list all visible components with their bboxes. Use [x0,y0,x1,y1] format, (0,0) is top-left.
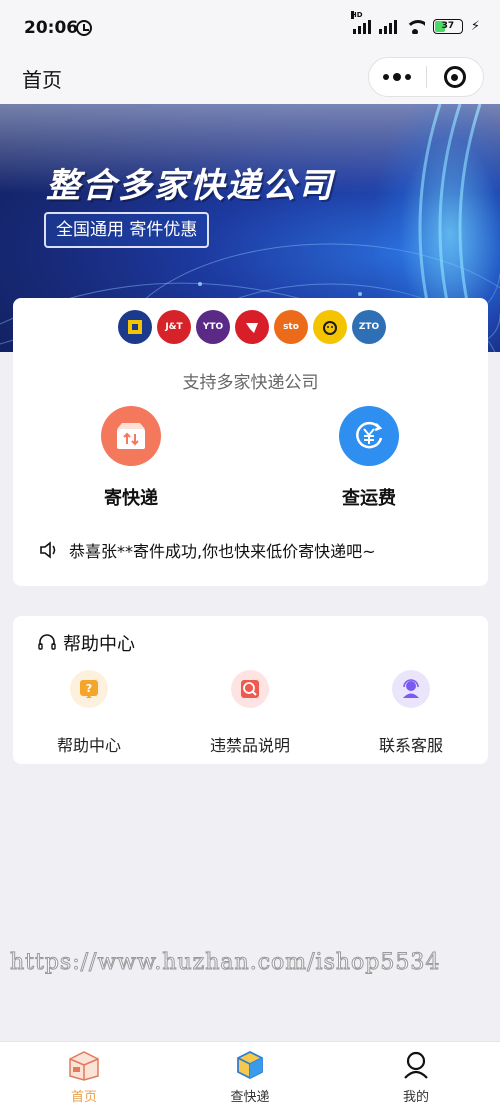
help-item-label: 违禁品说明 [209,736,290,755]
page-title: 首页 [22,68,62,92]
more-dot-icon [393,73,402,81]
jt-logo: J&T [157,310,191,344]
nav-bar: 首页 [0,52,500,104]
bottom-tab-bar: 首页 查快递 我的 [0,1041,500,1111]
headset-icon [38,634,56,650]
signal-icon [378,18,397,34]
tab-track[interactable]: 查快递 [190,1048,310,1105]
more-menu-button[interactable] [369,57,426,97]
carrier-logos: J&T YTO sto ZTO [118,310,386,344]
charging-icon: ⚡ [470,18,480,34]
mini-program-capsule [368,57,484,97]
service-icon [392,670,430,708]
wifi-icon [404,18,425,34]
speaker-icon [40,541,56,559]
help-item-label: 联系客服 [378,736,443,755]
battery-icon: 37 [432,18,463,34]
svg-text:?: ? [86,682,92,695]
tab-home[interactable]: 首页 [24,1048,144,1105]
status-icons: HD 37 ⚡ [350,11,480,34]
user-icon [399,1048,433,1082]
service-card: J&T YTO sto ZTO 支持多家快递公司 寄快递 查运费 恭喜张**寄件… [13,298,488,586]
target-icon [443,66,466,88]
check-fee-button[interactable]: 查运费 [309,406,429,510]
yto-logo: YTO [196,310,230,344]
prohibited-icon [231,670,269,708]
banner-subtitle: 全国通用 寄件优惠 [44,212,210,248]
package-icon [233,1048,267,1082]
tab-profile[interactable]: 我的 [356,1048,476,1105]
support-text: 支持多家快递公司 [182,373,319,393]
home-box-icon [67,1048,101,1082]
help-center-item[interactable]: ? 帮助中心 [24,670,154,756]
help-center-card: 帮助中心 ? 帮助中心 违禁品说明 联系客服 [13,616,488,764]
battery-level: 37 [441,21,455,31]
banner-title: 整合多家快递公司 [46,166,334,206]
more-dot-icon [383,74,390,80]
check-fee-label: 查运费 [342,488,396,509]
carrier-logo-1 [118,310,152,344]
sto-logo: sto [274,310,308,344]
box-icon [101,406,161,466]
status-time: 20:06 [24,18,79,38]
notice-text: 恭喜张**寄件成功,你也快来低价寄快递吧~ [69,542,376,561]
notice-bar: 恭喜张**寄件成功,你也快来低价寄快递吧~ [39,538,376,562]
alarm-icon [76,20,92,36]
signal-hd-icon: HD [350,11,371,34]
prohibited-items-item[interactable]: 违禁品说明 [185,670,315,756]
help-header: 帮助中心 [37,630,135,656]
tab-profile-label: 我的 [402,1090,429,1105]
send-express-button[interactable]: 寄快递 [71,406,191,510]
send-express-label: 寄快递 [104,488,158,509]
more-dot-icon [405,74,412,80]
zto-logo: ZTO [352,310,386,344]
help-item-label: 帮助中心 [56,736,121,755]
watermark-text: https://www.huzhan.com/ishop5534 [9,950,441,976]
yunda-logo [313,310,347,344]
status-bar: 20:06 HD 37 ⚡ [0,0,500,52]
question-icon: ? [70,670,108,708]
yuan-refresh-icon [339,406,399,466]
close-mini-program-button[interactable] [426,57,483,97]
tab-track-label: 查快递 [230,1090,270,1105]
contact-service-item[interactable]: 联系客服 [346,670,476,756]
carrier-logo-4 [235,310,269,344]
tab-home-label: 首页 [70,1090,97,1105]
help-title: 帮助中心 [63,634,135,655]
